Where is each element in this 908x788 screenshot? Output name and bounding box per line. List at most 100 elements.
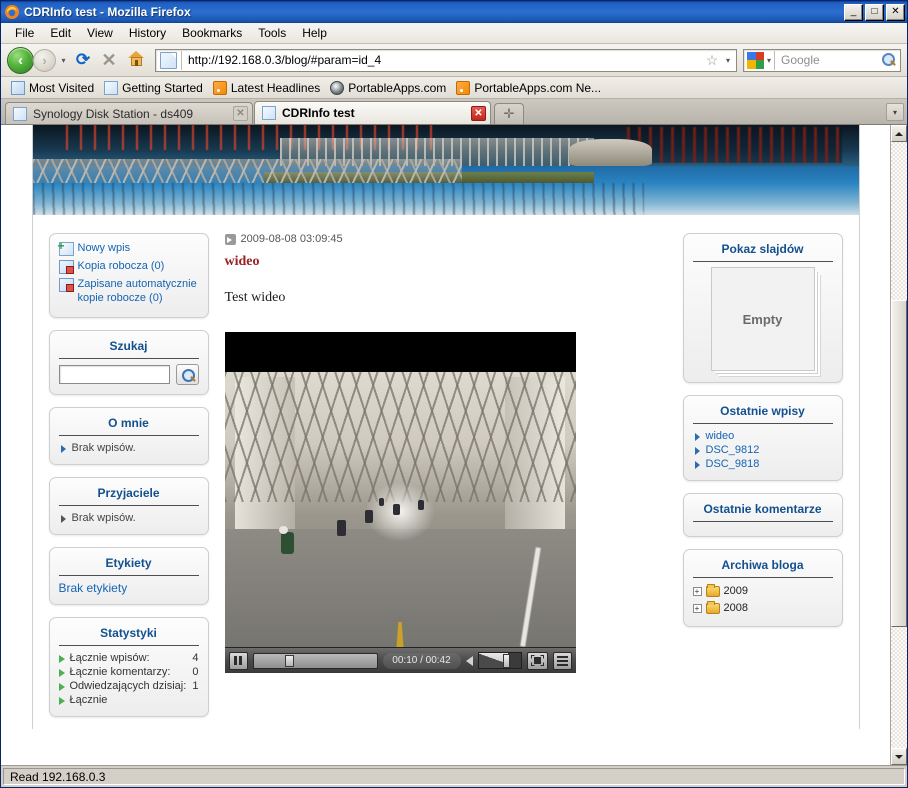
archive-row-2008[interactable]: + 2008 <box>692 600 833 617</box>
url-dropdown-icon[interactable]: ▾ <box>722 56 734 65</box>
panel-title: Statystyki <box>58 626 199 646</box>
arrow-icon <box>58 669 65 677</box>
recent-post-link[interactable]: wideo <box>706 429 735 443</box>
action-new-post[interactable]: Nowy wpis <box>58 240 199 256</box>
stop-icon[interactable]: ✕ <box>97 50 121 71</box>
tab-close-icon[interactable]: ✕ <box>233 106 248 121</box>
stat-label: Łącznie wpisów: <box>69 652 150 664</box>
bookmark-label: Getting Started <box>122 80 203 95</box>
search-magnifier-icon[interactable] <box>880 52 898 69</box>
url-text[interactable]: http://192.168.0.3/blog/#param=id_4 <box>181 50 702 70</box>
menu-help[interactable]: Help <box>294 24 335 42</box>
action-draft[interactable]: Kopia robocza (0) <box>58 259 199 274</box>
archive-label[interactable]: 2008 <box>724 600 748 617</box>
tab-close-icon[interactable]: ✕ <box>471 105 486 121</box>
stat-row: Łącznie komentarzy: 0 <box>58 665 199 679</box>
post-body: Test wideo <box>224 290 286 305</box>
scroll-up-button[interactable] <box>891 125 907 142</box>
expand-icon[interactable]: + <box>692 604 702 613</box>
back-button[interactable]: ‹ <box>7 46 34 74</box>
home-icon[interactable] <box>123 51 149 69</box>
maximize-button[interactable]: □ <box>865 3 884 21</box>
tab-label: Synology Disk Station - ds409 <box>33 106 194 121</box>
blog-search-button[interactable] <box>175 364 199 385</box>
history-dropdown-icon[interactable]: ▾ <box>58 50 69 70</box>
tab-favicon <box>262 106 276 120</box>
recent-post-row[interactable]: DSC_9812 <box>693 443 833 457</box>
date-arrow-icon <box>224 233 236 245</box>
action-label[interactable]: Nowy wpis <box>78 241 131 255</box>
stat-label: Łącznie <box>69 694 108 706</box>
main-content: 2009-08-08 03:09:45 wideo Test wideo 00:… <box>209 233 683 673</box>
portableapps-icon <box>330 80 345 95</box>
new-post-icon <box>58 240 74 256</box>
action-autosaved-drafts[interactable]: Zapisane automatycznie kopie robocze (0) <box>58 277 199 305</box>
panel-search: Szukaj <box>48 330 209 395</box>
recent-post-link[interactable]: DSC_9818 <box>706 457 760 471</box>
tab-list-dropdown-icon[interactable]: ▾ <box>886 103 904 121</box>
rss-icon <box>456 80 471 95</box>
url-bar[interactable]: http://192.168.0.3/blog/#param=id_4 ☆ ▾ <box>155 48 737 72</box>
video-menu-button[interactable] <box>552 651 572 670</box>
search-input[interactable]: Google <box>775 53 880 67</box>
menu-file[interactable]: File <box>7 24 42 42</box>
recent-post-row[interactable]: DSC_9818 <box>693 457 833 471</box>
panel-title: Pokaz slajdów <box>692 242 833 262</box>
bookmark-portableapps-news[interactable]: PortableApps.com Ne... <box>454 80 607 96</box>
tags-empty-text[interactable]: Brak etykiety <box>59 581 199 595</box>
scrollbar-track[interactable] <box>891 142 907 748</box>
bookmark-label: PortableApps.com Ne... <box>474 80 602 95</box>
action-label[interactable]: Zapisane automatycznie kopie robocze (0) <box>78 277 199 305</box>
post-date-text: 2009-08-08 03:09:45 <box>240 233 343 245</box>
post-title[interactable]: wideo <box>225 254 669 270</box>
recent-post-link[interactable]: DSC_9812 <box>706 443 760 457</box>
scroll-down-button[interactable] <box>891 748 907 765</box>
bookmark-star-icon[interactable]: ☆ <box>702 52 722 69</box>
title-bar: CDRInfo test - Mozilla Firefox _ □ ✕ <box>1 1 907 23</box>
bookmark-most-visited[interactable]: Most Visited <box>9 80 100 96</box>
menu-tools[interactable]: Tools <box>250 24 294 42</box>
bookmark-latest-headlines[interactable]: Latest Headlines <box>211 80 326 96</box>
folder-icon <box>705 601 720 614</box>
bookmark-getting-started[interactable]: Getting Started <box>102 80 209 96</box>
panel-recent-comments: Ostatnie komentarze <box>682 493 843 537</box>
panel-title: Szukaj <box>58 339 199 359</box>
slideshow-empty-box[interactable]: Empty <box>710 267 815 371</box>
vertical-scrollbar[interactable] <box>890 125 907 765</box>
tab-synology-disk-station[interactable]: Synology Disk Station - ds409 ✕ <box>5 102 253 124</box>
menu-history[interactable]: History <box>121 24 174 42</box>
pause-button[interactable] <box>228 651 248 670</box>
speaker-icon[interactable] <box>465 655 473 666</box>
search-engine-dropdown-icon[interactable]: ▾ <box>764 50 775 70</box>
bullet-icon <box>694 447 700 455</box>
volume-slider[interactable] <box>477 652 522 669</box>
menu-bookmarks[interactable]: Bookmarks <box>174 24 250 42</box>
panel-title: Ostatnie wpisy <box>692 404 833 424</box>
expand-icon[interactable]: + <box>692 587 702 596</box>
scrollbar-thumb[interactable] <box>891 299 907 627</box>
blog-search-input[interactable] <box>58 365 170 384</box>
search-bar[interactable]: ▾ Google <box>743 48 901 72</box>
new-tab-button[interactable]: ✛ <box>494 103 524 124</box>
reload-icon[interactable]: ⟳ <box>71 50 95 70</box>
menu-view[interactable]: View <box>79 24 121 42</box>
video-progress-slider[interactable] <box>252 652 378 669</box>
minimize-button[interactable]: _ <box>844 3 863 21</box>
fullscreen-button[interactable] <box>526 651 548 670</box>
bullet-icon <box>694 433 700 441</box>
folder-icon <box>705 584 720 597</box>
tab-cdrinfo-test[interactable]: CDRInfo test ✕ <box>254 101 491 124</box>
archive-label[interactable]: 2009 <box>724 583 748 600</box>
video-frame[interactable] <box>224 332 576 647</box>
page-viewport: Nowy wpis Kopia robocza (0) Zapisane aut… <box>1 125 890 765</box>
action-label[interactable]: Kopia robocza (0) <box>78 259 165 273</box>
progress-knob[interactable] <box>285 654 295 667</box>
archive-row-2009[interactable]: + 2009 <box>692 583 833 600</box>
video-player[interactable]: 00:10 / 00:42 <box>224 332 576 673</box>
forward-button[interactable]: › <box>33 48 56 72</box>
close-button[interactable]: ✕ <box>886 3 905 21</box>
panel-slideshow: Pokaz slajdów Empty <box>682 233 843 383</box>
menu-edit[interactable]: Edit <box>42 24 79 42</box>
bookmark-portableapps[interactable]: PortableApps.com <box>328 80 452 96</box>
recent-post-row[interactable]: wideo <box>693 429 833 443</box>
